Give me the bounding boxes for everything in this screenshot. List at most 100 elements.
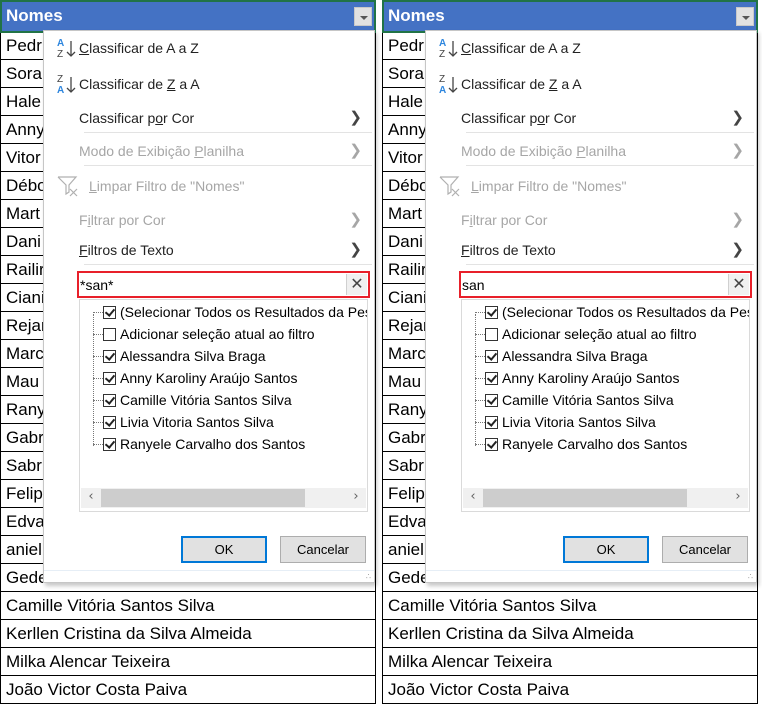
checkbox[interactable] — [485, 372, 498, 385]
filter-list-item[interactable]: Livia Vitoria Santos Silva — [80, 412, 367, 434]
checkbox[interactable] — [485, 328, 498, 341]
tree-connector — [93, 334, 103, 335]
svg-text:Z: Z — [57, 49, 63, 60]
filter-list-item[interactable]: (Selecionar Todos os Resultados da Pesqu… — [462, 302, 749, 324]
tree-connector — [93, 356, 103, 357]
scroll-right-icon[interactable]: › — [730, 489, 746, 504]
menu-item-sheet-view: Modo de Exibição Planilha ❯ — [461, 142, 744, 159]
filter-values-list: (Selecionar Todos os Resultados da Pesqu… — [461, 299, 750, 512]
sort-ascending-icon: A Z — [57, 38, 76, 60]
search-input[interactable] — [462, 274, 724, 295]
tree-connector — [475, 356, 485, 357]
filter-item-label: Livia Vitoria Santos Silva — [120, 414, 274, 430]
checkbox[interactable] — [485, 350, 498, 363]
checkbox[interactable] — [103, 328, 116, 341]
checkbox[interactable] — [485, 416, 498, 429]
filter-list-item[interactable]: Anny Karoliny Araújo Santos — [80, 368, 367, 390]
menu-separator — [84, 132, 372, 133]
table-row[interactable]: Camille Vitória Santos Silva — [382, 592, 758, 620]
search-box: ✕ — [77, 271, 370, 298]
clear-search-button[interactable]: ✕ — [346, 274, 367, 295]
column-header-nomes[interactable]: Nomes — [0, 0, 376, 33]
checkbox[interactable] — [103, 394, 116, 407]
table-row[interactable]: Camille Vitória Santos Silva — [0, 592, 376, 620]
menu-item-sort-z-to-a[interactable]: Z A Classificar de Z a A — [44, 69, 374, 99]
menu-item-sort-a-to-z[interactable]: A Z Classificar de A a Z — [44, 33, 374, 63]
filter-list-item[interactable]: (Selecionar Todos os Resultados da Pesqu… — [80, 302, 367, 324]
checkbox[interactable] — [485, 306, 498, 319]
filter-list-item[interactable]: Ranyele Carvalho dos Santos — [80, 434, 367, 456]
filter-dropdown-button[interactable] — [736, 7, 754, 26]
tree-connector — [475, 378, 485, 379]
table-row[interactable]: João Victor Costa Paiva — [382, 676, 758, 704]
autofilter-menu: A Z Classificar de A a Z Z A Classificar… — [425, 30, 757, 583]
filter-list-item[interactable]: Alessandra Silva Braga — [462, 346, 749, 368]
clear-search-button[interactable]: ✕ — [728, 274, 749, 295]
filter-item-label: (Selecionar Todos os Resultados da Pesqu… — [120, 304, 367, 320]
checkbox[interactable] — [103, 350, 116, 363]
filter-values-list: (Selecionar Todos os Resultados da Pesqu… — [79, 299, 368, 512]
table-row[interactable]: Kerllen Cristina da Silva Almeida — [0, 620, 376, 648]
menu-item-clear-filter: Limpar Filtro de "Nomes" — [426, 171, 756, 201]
cancel-button[interactable]: Cancelar — [662, 536, 748, 563]
checkbox[interactable] — [485, 438, 498, 451]
panel-left: Pedr Sora Hale Anny Vitor Débo Mart Dani Railir C… — [0, 0, 377, 705]
chevron-right-icon: ❯ — [731, 211, 744, 228]
search-box: ✕ — [459, 271, 752, 298]
svg-text:A: A — [439, 85, 446, 96]
menu-item-filter-by-color: Filtrar por Cor ❯ — [79, 211, 362, 228]
filter-list-item[interactable]: Ranyele Carvalho dos Santos — [462, 434, 749, 456]
menu-item-sort-by-color[interactable]: Classificar por Cor ❯ — [426, 103, 756, 133]
horizontal-scrollbar[interactable]: ‹ › — [463, 488, 748, 508]
menu-item-sort-a-to-z[interactable]: A Z Classificar de A a Z — [426, 33, 756, 63]
table-row[interactable]: Milka Alencar Teixeira — [382, 648, 758, 676]
filter-dropdown-button[interactable] — [354, 7, 372, 26]
checkbox[interactable] — [103, 416, 116, 429]
horizontal-scrollbar[interactable]: ‹ › — [81, 488, 366, 508]
tree-connector — [93, 400, 103, 401]
filter-list-item[interactable]: Livia Vitoria Santos Silva — [462, 412, 749, 434]
menu-item-text-filters[interactable]: Filtros de Texto ❯ — [44, 235, 374, 265]
filter-list-item[interactable]: Alessandra Silva Braga — [80, 346, 367, 368]
checkbox[interactable] — [485, 394, 498, 407]
table-row[interactable]: Milka Alencar Teixeira — [0, 648, 376, 676]
resize-grip-icon[interactable]: ∴ — [366, 573, 371, 581]
ok-button[interactable]: OK — [181, 536, 267, 563]
scroll-left-icon[interactable]: ‹ — [83, 489, 99, 504]
menu-item-text-filters[interactable]: Filtros de Texto ❯ — [426, 235, 756, 265]
checkbox[interactable] — [103, 306, 116, 319]
chevron-right-icon: ❯ — [349, 142, 362, 159]
menu-item-sheet-view: Modo de Exibição Planilha ❯ — [79, 142, 362, 159]
checkbox[interactable] — [103, 372, 116, 385]
column-header-nomes[interactable]: Nomes — [382, 0, 758, 33]
ok-button[interactable]: OK — [563, 536, 649, 563]
menu-footer: ∴ — [426, 570, 756, 582]
cancel-button[interactable]: Cancelar — [280, 536, 366, 563]
svg-text:A: A — [57, 38, 64, 49]
scrollbar-thumb[interactable] — [101, 489, 305, 507]
scroll-right-icon[interactable]: › — [348, 489, 364, 504]
filter-list-item[interactable]: Camille Vitória Santos Silva — [462, 390, 749, 412]
table-row[interactable]: Kerllen Cristina da Silva Almeida — [382, 620, 758, 648]
chevron-right-icon: ❯ — [731, 241, 744, 258]
filter-item-label: Livia Vitoria Santos Silva — [502, 414, 656, 430]
sort-descending-icon: Z A — [439, 74, 458, 96]
svg-text:Z: Z — [439, 74, 445, 85]
tree-connector — [475, 444, 485, 445]
filter-list-item[interactable]: Camille Vitória Santos Silva — [80, 390, 367, 412]
filter-list-item[interactable]: Anny Karoliny Araújo Santos — [462, 368, 749, 390]
clear-filter-icon — [439, 176, 460, 197]
search-input[interactable] — [80, 274, 342, 295]
sort-descending-icon: Z A — [57, 74, 76, 96]
filter-list-item[interactable]: Adicionar seleção atual ao filtro — [80, 324, 367, 346]
resize-grip-icon[interactable]: ∴ — [748, 573, 753, 581]
filter-list-item[interactable]: Adicionar seleção atual ao filtro — [462, 324, 749, 346]
table-row[interactable]: João Victor Costa Paiva — [0, 676, 376, 704]
scrollbar-thumb[interactable] — [483, 489, 687, 507]
scroll-left-icon[interactable]: ‹ — [465, 489, 481, 504]
menu-item-sort-z-to-a[interactable]: Z A Classificar de Z a A — [426, 69, 756, 99]
checkbox[interactable] — [103, 438, 116, 451]
tree-connector — [93, 312, 103, 313]
menu-item-sort-by-color[interactable]: Classificar por Cor ❯ — [44, 103, 374, 133]
tree-connector — [93, 378, 103, 379]
